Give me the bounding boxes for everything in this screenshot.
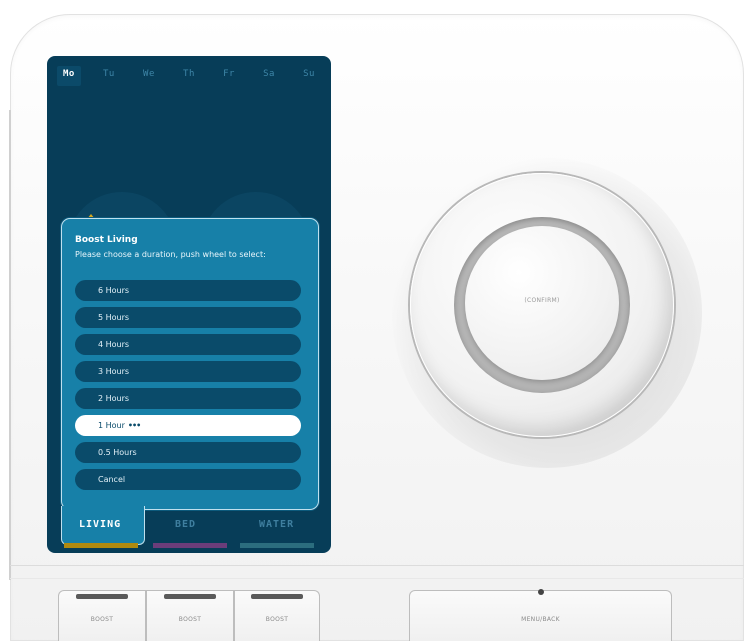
popup-title: Boost Living bbox=[75, 235, 138, 245]
boost-label: BOOST bbox=[178, 616, 202, 623]
option-label: 1 Hour bbox=[98, 421, 125, 430]
day-selector: Mo Tu We Th Fr Sa Su bbox=[57, 66, 321, 86]
boost-label: BOOST bbox=[90, 616, 114, 623]
boost-popup: Boost Living Please choose a duration, p… bbox=[61, 218, 319, 510]
popup-subtitle: Please choose a duration, push wheel to … bbox=[75, 250, 266, 259]
boost-button-water[interactable]: BOOST bbox=[234, 590, 320, 641]
tab-living[interactable]: LIVING bbox=[79, 519, 121, 530]
boost-button-bed[interactable]: BOOST bbox=[146, 590, 234, 641]
day-friday[interactable]: Fr bbox=[217, 66, 241, 86]
option-label: 4 Hours bbox=[98, 340, 130, 349]
day-sunday[interactable]: Su bbox=[297, 66, 321, 86]
tab-bed-color-bar bbox=[153, 543, 227, 548]
confirm-label: (CONFIRM) bbox=[524, 297, 560, 304]
option-label: 0.5 Hours bbox=[98, 448, 137, 457]
option-5-hours[interactable]: 5 Hours bbox=[75, 307, 301, 328]
tab-living-color-bar bbox=[64, 543, 138, 548]
day-wednesday[interactable]: We bbox=[137, 66, 161, 86]
option-label: 3 Hours bbox=[98, 367, 130, 376]
option-4-hours[interactable]: 4 Hours bbox=[75, 334, 301, 355]
menu-indicator-dot bbox=[537, 589, 544, 595]
thermostat-screen: Mo Tu We Th Fr Sa Su Boost Living Please… bbox=[47, 56, 331, 553]
boost-led bbox=[251, 594, 303, 599]
menu-back-button[interactable]: MENU/BACK bbox=[409, 589, 672, 641]
zone-tabs: LIVING BED WATER bbox=[47, 506, 331, 553]
boost-led bbox=[164, 594, 216, 599]
option-cancel[interactable]: Cancel bbox=[75, 469, 301, 490]
device-divider bbox=[10, 578, 744, 579]
day-tuesday[interactable]: Tu bbox=[97, 66, 121, 86]
menu-back-label: MENU/BACK bbox=[521, 616, 560, 623]
option-0-5-hours[interactable]: 0.5 Hours bbox=[75, 442, 301, 463]
day-saturday[interactable]: Sa bbox=[257, 66, 281, 86]
option-6-hours[interactable]: 6 Hours bbox=[75, 280, 301, 301]
day-monday[interactable]: Mo bbox=[57, 66, 81, 86]
option-label: Cancel bbox=[98, 475, 126, 484]
boost-led bbox=[76, 594, 128, 599]
boost-label: BOOST bbox=[265, 616, 289, 623]
tab-water-color-bar bbox=[240, 543, 314, 548]
selected-indicator-icon: ••• bbox=[127, 421, 141, 430]
option-label: 5 Hours bbox=[98, 313, 130, 322]
duration-options: 6 Hours 5 Hours 4 Hours 3 Hours 2 Hours … bbox=[75, 280, 301, 496]
option-2-hours[interactable]: 2 Hours bbox=[75, 388, 301, 409]
option-1-hour[interactable]: 1 Hour ••• bbox=[75, 415, 301, 436]
device-edge bbox=[9, 110, 11, 580]
tab-water[interactable]: WATER bbox=[259, 519, 294, 530]
device-divider bbox=[10, 565, 744, 566]
day-thursday[interactable]: Th bbox=[177, 66, 201, 86]
option-3-hours[interactable]: 3 Hours bbox=[75, 361, 301, 382]
option-label: 2 Hours bbox=[98, 394, 130, 403]
tab-bed[interactable]: BED bbox=[175, 519, 196, 530]
boost-button-living[interactable]: BOOST bbox=[58, 590, 146, 641]
option-label: 6 Hours bbox=[98, 286, 130, 295]
